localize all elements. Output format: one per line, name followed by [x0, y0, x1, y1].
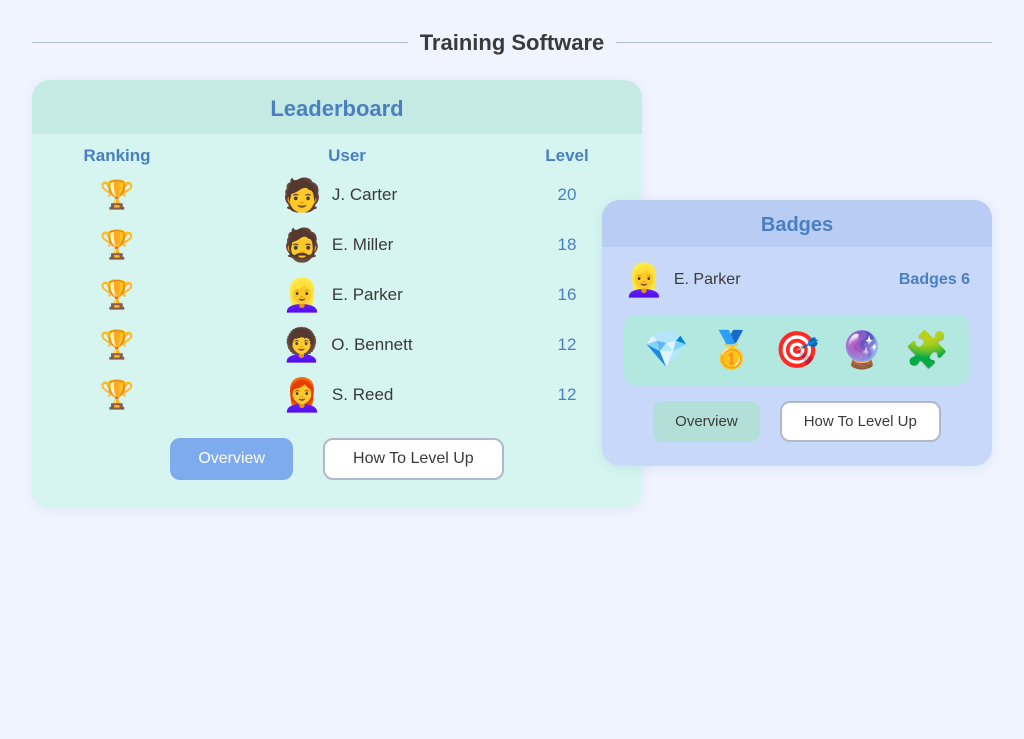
leaderboard-title: Leaderboard [270, 96, 403, 121]
badges-username: E. Parker [674, 271, 741, 289]
leaderboard-column-headers: Ranking User Level [32, 134, 642, 170]
col-level-label: Level [522, 146, 612, 166]
badges-avatar: 👱‍♀️ [624, 261, 664, 299]
user-cell: 👩‍🦱 O. Bennett [172, 326, 522, 364]
title-line-left [32, 42, 408, 43]
table-row: 🏆 👩‍🦰 S. Reed 12 [32, 370, 642, 420]
table-row: 🏆 👱‍♀️ E. Parker 16 [32, 270, 642, 320]
user-cell: 🧑 J. Carter [172, 176, 522, 214]
rank-cell: 🏆 [62, 328, 172, 361]
page-title-container: Training Software [32, 30, 992, 56]
badges-levelup-button[interactable]: How To Level Up [780, 401, 941, 442]
level-cell: 12 [522, 385, 612, 405]
badges-overview-button[interactable]: Overview [653, 401, 760, 442]
user-avatar: 🧔 [282, 226, 322, 264]
rank-cell: 🏆 [62, 178, 172, 211]
table-row: 🏆 👩‍🦱 O. Bennett 12 [32, 320, 642, 370]
rank-cell: 🏆 [62, 378, 172, 411]
user-name: S. Reed [332, 385, 412, 405]
col-user-label: User [172, 146, 522, 166]
badge-icon: 🥇 [709, 329, 754, 371]
level-cell: 18 [522, 235, 612, 255]
user-cell: 👩‍🦰 S. Reed [172, 376, 522, 414]
badges-card: Badges 👱‍♀️ E. Parker Badges 6 💎 🥇 🎯 🔮 🧩 Ove… [602, 200, 992, 466]
level-cell: 12 [522, 335, 612, 355]
badges-user-info: 👱‍♀️ E. Parker [624, 261, 741, 299]
user-name: E. Miller [332, 235, 412, 255]
leaderboard-rows: 🏆 🧑 J. Carter 20 🏆 🧔 E. Miller 18 🏆 👱‍♀️… [32, 170, 642, 420]
user-cell: 🧔 E. Miller [172, 226, 522, 264]
user-avatar: 👩‍🦰 [282, 376, 322, 414]
leaderboard-header: Leaderboard [32, 80, 642, 134]
badge-icon: 🔮 [840, 329, 885, 371]
level-cell: 20 [522, 185, 612, 205]
col-ranking-label: Ranking [62, 146, 172, 166]
badges-header: Badges [602, 200, 992, 247]
badge-icon: 💎 [644, 329, 689, 371]
table-row: 🏆 🧑 J. Carter 20 [32, 170, 642, 220]
badges-icons-row: 💎 🥇 🎯 🔮 🧩 [624, 315, 970, 385]
badge-icon: 🎯 [775, 329, 820, 371]
leaderboard-overview-button[interactable]: Overview [170, 438, 293, 480]
page-title: Training Software [420, 30, 605, 56]
user-avatar: 👱‍♀️ [282, 276, 322, 314]
title-line-right [616, 42, 992, 43]
level-cell: 16 [522, 285, 612, 305]
user-name: O. Bennett [331, 335, 412, 355]
leaderboard-levelup-button[interactable]: How To Level Up [323, 438, 504, 480]
leaderboard-card: Leaderboard Ranking User Level 🏆 🧑 J. Ca… [32, 80, 642, 508]
user-avatar: 👩‍🦱 [281, 326, 321, 364]
table-row: 🏆 🧔 E. Miller 18 [32, 220, 642, 270]
badges-count: Badges 6 [899, 271, 970, 289]
badge-icon: 🧩 [905, 329, 950, 371]
user-avatar: 🧑 [282, 176, 322, 214]
badges-title: Badges [761, 214, 833, 236]
rank-cell: 🏆 [62, 278, 172, 311]
rank-cell: 🏆 [62, 228, 172, 261]
user-name: E. Parker [332, 285, 412, 305]
user-cell: 👱‍♀️ E. Parker [172, 276, 522, 314]
badges-actions: Overview How To Level Up [602, 401, 992, 442]
user-name: J. Carter [332, 185, 412, 205]
leaderboard-actions: Overview How To Level Up [32, 438, 642, 480]
badges-user-row: 👱‍♀️ E. Parker Badges 6 [602, 247, 992, 307]
